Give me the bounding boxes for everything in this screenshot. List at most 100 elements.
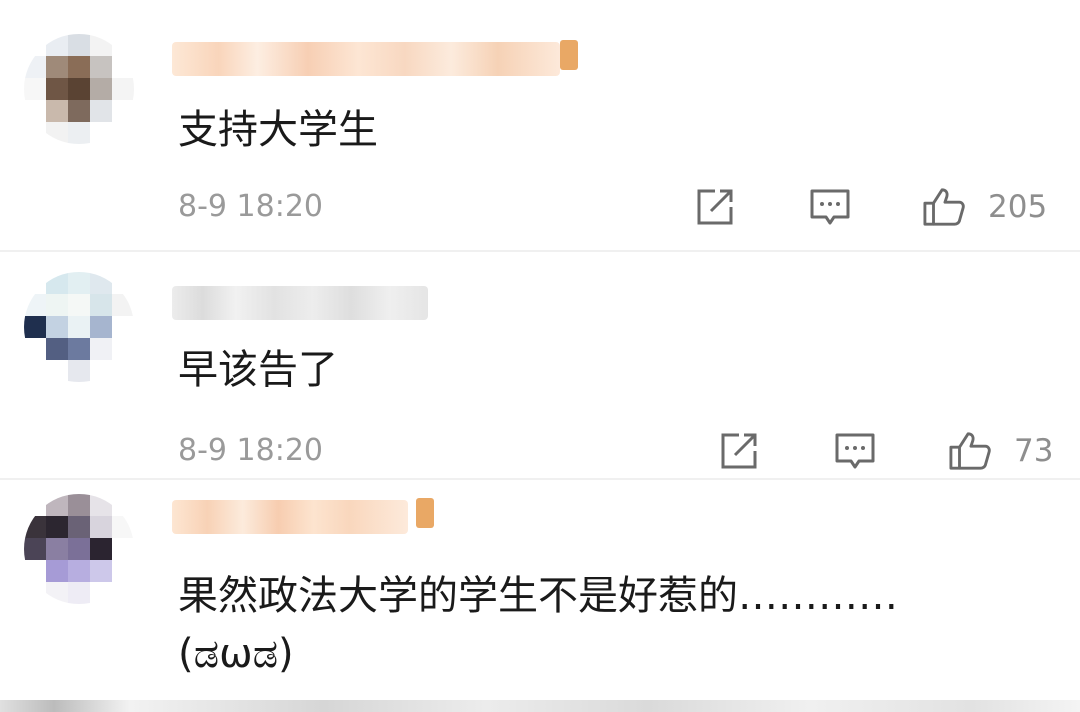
avatar-mosaic-cell — [24, 34, 46, 56]
avatar-mosaic-cell — [90, 272, 112, 294]
avatar-mosaic-cell — [24, 122, 46, 144]
avatar-mosaic-cell — [112, 100, 134, 122]
username-masked[interactable] — [172, 286, 428, 320]
avatar-mosaic-cell — [90, 582, 112, 604]
share-icon[interactable] — [693, 186, 737, 228]
avatar-mosaic-cell — [90, 122, 112, 144]
avatar-mosaic-cell — [24, 78, 46, 100]
avatar-mosaic-cell — [68, 34, 90, 56]
avatar[interactable] — [24, 272, 134, 382]
avatar-mosaic-cell — [46, 316, 68, 338]
avatar-mosaic-cell — [24, 582, 46, 604]
avatar-mosaic-cell — [46, 516, 68, 538]
avatar-mosaic-cell — [68, 516, 90, 538]
avatar[interactable] — [24, 494, 134, 604]
like-icon[interactable] — [920, 186, 968, 228]
avatar-mosaic-cell — [24, 272, 46, 294]
avatar-mosaic-cell — [46, 78, 68, 100]
avatar-mosaic-cell — [112, 56, 134, 78]
username-masked[interactable] — [172, 500, 408, 534]
avatar[interactable] — [24, 34, 134, 144]
avatar-mosaic-cell — [112, 360, 134, 382]
avatar-mosaic-cell — [68, 494, 90, 516]
avatar-mosaic-cell — [46, 100, 68, 122]
avatar-mosaic-cell — [112, 122, 134, 144]
avatar-mosaic-cell — [68, 360, 90, 382]
avatar-mosaic-cell — [90, 100, 112, 122]
avatar-mosaic-cell — [112, 560, 134, 582]
avatar-mosaic-cell — [68, 100, 90, 122]
comment-text: 支持大学生 — [178, 107, 378, 153]
avatar-mosaic-cell — [24, 516, 46, 538]
avatar-mosaic-cell — [46, 494, 68, 516]
avatar-mosaic-cell — [46, 56, 68, 78]
avatar-mosaic-cell — [112, 294, 134, 316]
avatar-mosaic-cell — [112, 582, 134, 604]
comment-text: 果然政法大学的学生不是好惹的………… — [178, 573, 898, 619]
avatar-mosaic-cell — [90, 494, 112, 516]
avatar-mosaic-cell — [24, 560, 46, 582]
avatar-mosaic-cell — [46, 360, 68, 382]
avatar-mosaic-cell — [112, 516, 134, 538]
avatar-mosaic-cell — [90, 560, 112, 582]
vip-badge-icon — [416, 498, 434, 528]
avatar-mosaic-cell — [90, 56, 112, 78]
share-icon[interactable] — [717, 430, 761, 472]
avatar-mosaic-cell — [46, 294, 68, 316]
comment-time: 8-9 18:20 — [178, 189, 323, 224]
comment-text: 早该告了 — [178, 347, 338, 393]
avatar-mosaic-cell — [24, 338, 46, 360]
avatar-mosaic-cell — [112, 316, 134, 338]
avatar-mosaic-cell — [24, 316, 46, 338]
avatar-mosaic-cell — [68, 272, 90, 294]
avatar-mosaic-cell — [112, 78, 134, 100]
avatar-mosaic-cell — [90, 338, 112, 360]
avatar-mosaic-cell — [46, 538, 68, 560]
divider — [0, 478, 1080, 480]
avatar-mosaic-cell — [68, 122, 90, 144]
avatar-mosaic-cell — [90, 538, 112, 560]
avatar-mosaic-cell — [68, 316, 90, 338]
avatar-mosaic-cell — [90, 360, 112, 382]
next-comment-masked — [0, 700, 1080, 712]
avatar-mosaic-cell — [90, 34, 112, 56]
avatar-mosaic-cell — [112, 538, 134, 560]
like-count: 205 — [988, 189, 1048, 225]
avatar-mosaic-cell — [46, 122, 68, 144]
avatar-mosaic-cell — [68, 56, 90, 78]
comment-time: 8-9 18:20 — [178, 433, 323, 468]
avatar-mosaic-cell — [24, 56, 46, 78]
reply-comment-icon[interactable] — [808, 186, 852, 228]
avatar-mosaic-cell — [112, 272, 134, 294]
avatar-mosaic-cell — [46, 338, 68, 360]
avatar-mosaic-cell — [90, 78, 112, 100]
username-masked[interactable] — [172, 42, 560, 76]
avatar-mosaic-cell — [46, 582, 68, 604]
avatar-mosaic-cell — [46, 272, 68, 294]
avatar-mosaic-cell — [46, 34, 68, 56]
like-icon[interactable] — [946, 430, 994, 472]
avatar-mosaic-cell — [112, 34, 134, 56]
avatar-mosaic-cell — [68, 538, 90, 560]
avatar-mosaic-cell — [112, 494, 134, 516]
vip-badge-icon — [560, 40, 578, 70]
avatar-mosaic-cell — [68, 338, 90, 360]
avatar-mosaic-cell — [24, 494, 46, 516]
avatar-mosaic-cell — [68, 78, 90, 100]
avatar-mosaic-cell — [90, 294, 112, 316]
avatar-mosaic-cell — [68, 560, 90, 582]
avatar-mosaic-cell — [68, 582, 90, 604]
avatar-mosaic-cell — [90, 316, 112, 338]
comment-text-emoticon: (ಡωಡ) — [178, 631, 294, 677]
reply-comment-icon[interactable] — [833, 430, 877, 472]
avatar-mosaic-cell — [46, 560, 68, 582]
avatar-mosaic-cell — [24, 360, 46, 382]
avatar-mosaic-cell — [90, 516, 112, 538]
divider — [0, 250, 1080, 252]
avatar-mosaic-cell — [112, 338, 134, 360]
avatar-mosaic-cell — [24, 538, 46, 560]
like-count: 73 — [1014, 433, 1054, 469]
avatar-mosaic-cell — [68, 294, 90, 316]
avatar-mosaic-cell — [24, 294, 46, 316]
avatar-mosaic-cell — [24, 100, 46, 122]
